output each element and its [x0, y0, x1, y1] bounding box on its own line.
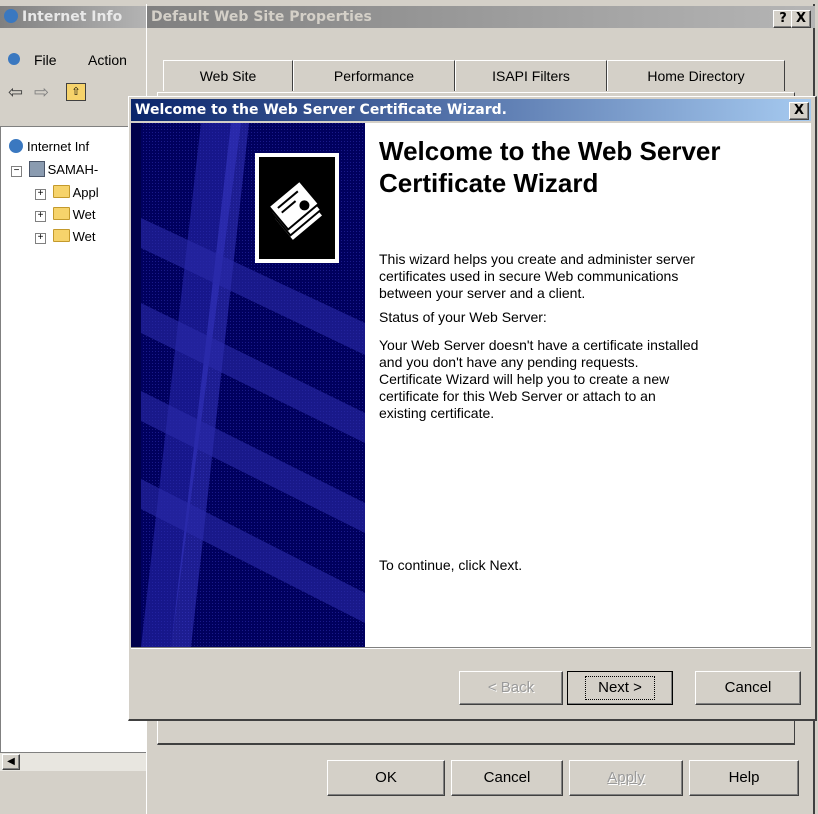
status-line: certificate for this Web Server or attac… [379, 388, 656, 404]
back-arrow-icon[interactable]: ⇦ [8, 82, 23, 103]
tree-pane: Internet Inf − SAMAH- + Appl + Wet + Wet [0, 126, 148, 754]
wizard-heading: Welcome to the Web Server Certificate Wi… [379, 135, 809, 199]
status-line: Certificate Wizard will help you to crea… [379, 371, 670, 387]
server-icon [28, 161, 45, 177]
wizard-title: Welcome to the Web Server Certificate Wi… [135, 102, 507, 118]
mmc-title-bar: Internet Info [0, 6, 150, 28]
folder-icon [52, 229, 70, 242]
intro-line: certificates used in secure Web communic… [379, 268, 679, 284]
wizard-title-bar: Welcome to the Web Server Certificate Wi… [131, 99, 811, 121]
tree-server[interactable]: − SAMAH- [11, 161, 98, 177]
status-line: Your Web Server doesn't have a certifica… [379, 337, 699, 353]
tab-isapi-filters[interactable]: ISAPI Filters [455, 60, 607, 91]
certificate-stack-icon [259, 157, 335, 259]
up-folder-icon[interactable]: ⇧ [66, 83, 86, 101]
status-message: Your Web Server doesn't have a certifica… [379, 337, 799, 422]
wizard-content: Welcome to the Web Server Certificate Wi… [365, 123, 811, 647]
menu-action[interactable]: Action [88, 48, 127, 72]
wizard-intro: This wizard helps you create and adminis… [379, 251, 799, 302]
mmc-title: Internet Info [22, 9, 123, 25]
status-label: Status of your Web Server: [379, 309, 547, 325]
help-button[interactable]: Help [689, 760, 799, 796]
folder-icon [52, 207, 70, 220]
expand-icon[interactable]: + [35, 233, 46, 244]
status-line: existing certificate. [379, 405, 495, 421]
scroll-left-button[interactable]: ◀ [2, 754, 20, 770]
mmc-menu-bar: File Action [0, 48, 146, 72]
help-caption-button[interactable]: ? [773, 10, 793, 28]
tree-root[interactable]: Internet Inf [9, 139, 89, 154]
next-button[interactable]: Next > [567, 671, 673, 705]
wizard-separator [131, 647, 811, 649]
mmc-toolbar: ⇦ ⇨ ⇧ [0, 80, 146, 106]
certificate-wizard-dialog: Welcome to the Web Server Certificate Wi… [128, 96, 817, 721]
mmc-menu-icon [8, 53, 20, 65]
status-line: and you don't have any pending requests. [379, 354, 639, 370]
menu-file[interactable]: File [34, 48, 57, 72]
tab-home-directory[interactable]: Home Directory [607, 60, 785, 91]
tree-item-1[interactable]: + Appl [35, 185, 99, 200]
certificate-icon [255, 153, 339, 263]
wizard-cancel-button[interactable]: Cancel [695, 671, 801, 705]
intro-line: between your server and a client. [379, 285, 586, 301]
close-caption-button[interactable]: X [791, 10, 811, 28]
continue-instruction: To continue, click Next. [379, 557, 523, 573]
heading-line-1: Welcome to the Web Server [379, 136, 721, 166]
ok-button[interactable]: OK [327, 760, 445, 796]
iis-icon [4, 9, 18, 23]
tab-performance[interactable]: Performance [293, 60, 455, 91]
tree-item-3[interactable]: + Wet [35, 229, 96, 244]
tab-web-site[interactable]: Web Site [163, 60, 293, 91]
properties-cancel-button[interactable]: Cancel [451, 760, 563, 796]
apply-button[interactable]: Apply [569, 760, 683, 796]
tree-item-2[interactable]: + Wet [35, 207, 96, 222]
expand-icon[interactable]: + [35, 211, 46, 222]
next-button-label: Next > [585, 676, 655, 700]
intro-line: This wizard helps you create and adminis… [379, 251, 695, 267]
wizard-banner [131, 123, 365, 647]
back-button[interactable]: < Back [459, 671, 563, 705]
iis-root-icon [9, 139, 23, 153]
folder-icon [52, 185, 70, 198]
heading-line-2: Certificate Wizard [379, 168, 599, 198]
tree-hscrollbar[interactable]: ◀ [0, 752, 146, 771]
collapse-icon[interactable]: − [11, 166, 22, 177]
properties-title-bar: Default Web Site Properties [147, 6, 815, 28]
expand-icon[interactable]: + [35, 189, 46, 200]
properties-title: Default Web Site Properties [151, 9, 372, 25]
wizard-close-button[interactable]: X [789, 102, 809, 120]
forward-arrow-icon[interactable]: ⇨ [34, 82, 49, 103]
